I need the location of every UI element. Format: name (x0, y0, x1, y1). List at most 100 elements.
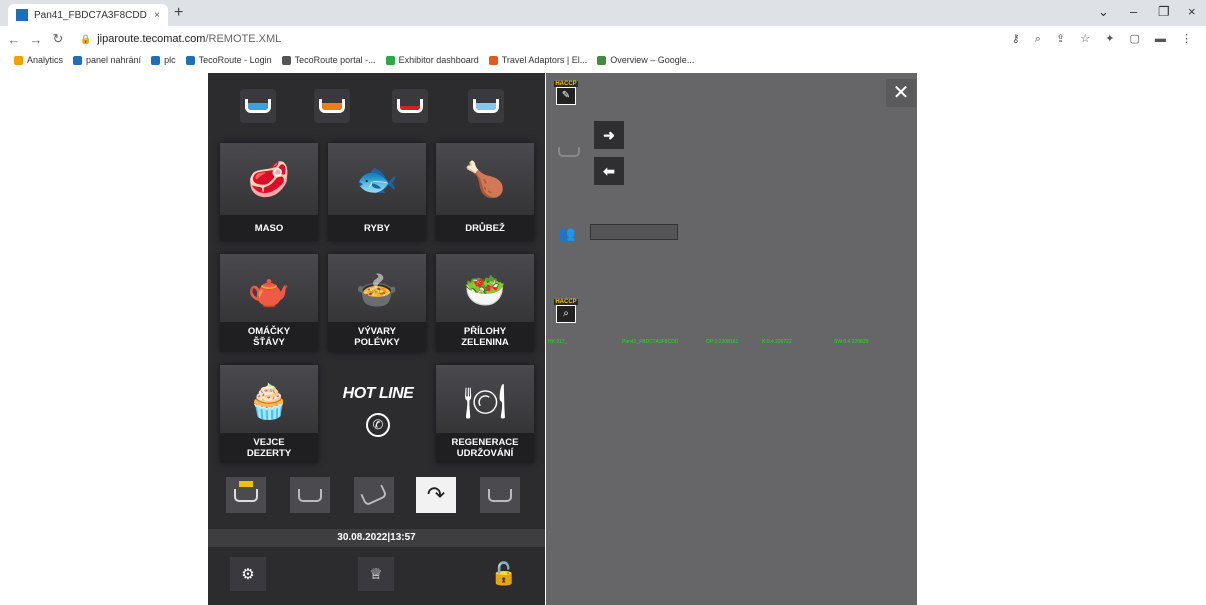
category-label: VEJCE DEZERTY (220, 433, 318, 463)
bookmark-icon (14, 55, 23, 65)
grill-pot-icon (319, 99, 345, 113)
bookmark-label: TecoRoute portal -... (294, 55, 376, 65)
window-close-button[interactable]: × (1188, 4, 1196, 19)
bookmarks-bar: Analytics panel nahrání plc TecoRoute - Log… (0, 52, 1206, 68)
haccp-panel: HACCP ✎ ✕ ➜ ⬅ 👥 HACCP ⌕ HK:217_ Pan41_FB… (546, 73, 917, 605)
bookmark-icon (488, 55, 498, 65)
gravy-boat-icon: 🫖 (247, 272, 291, 310)
status-sw: SW:0.4.220829 (834, 339, 869, 345)
forward-icon[interactable]: → (28, 32, 44, 47)
bookmark-label: TecoRoute - Login (198, 55, 272, 65)
status-panel-id: Pan41_FBDC7A3F8CDD (622, 339, 679, 345)
bookmark-item[interactable]: Travel Adaptors | El... (488, 55, 587, 65)
category-label: REGENERACE UDRŽOVÁNÍ (436, 433, 534, 463)
arrow-right-button[interactable]: ➜ (594, 121, 624, 149)
maximize-button[interactable]: ❐ (1158, 4, 1170, 20)
bookmark-item[interactable]: panel nahrání (73, 55, 141, 65)
steam-pot-icon (245, 99, 271, 113)
bookmark-item[interactable]: Overview – Google... (597, 55, 694, 65)
soup-bowl-icon: 🍲 (355, 272, 399, 310)
reload-icon[interactable]: ↻ (50, 31, 66, 47)
category-regenerace[interactable]: 🍽 REGENERACE UDRŽOVÁNÍ (436, 365, 534, 463)
panel-close-button[interactable]: ✕ (886, 79, 916, 107)
chef-hat-icon: ♕ (369, 566, 383, 583)
heat-mode-button[interactable] (392, 89, 428, 123)
category-omacky[interactable]: 🫖 OMÁČKY ŠŤÁVY (220, 254, 318, 352)
chef-button[interactable]: ♕ (358, 557, 394, 591)
water-fill (476, 103, 496, 110)
heat-pot-icon (397, 99, 423, 113)
new-tab-button[interactable]: + (174, 4, 183, 22)
status-hk: HK:217_ (548, 339, 568, 345)
bookmark-icon (281, 55, 291, 65)
portion-input[interactable] (590, 224, 678, 240)
water-pot-icon (473, 99, 499, 113)
status-op: OP:1.2208161 (706, 339, 739, 345)
arrow-left-button[interactable]: ⬅ (594, 157, 624, 185)
back-icon[interactable]: ← (6, 32, 22, 47)
browser-tab[interactable]: Pan41_FBDC7A3F8CDD / Vzdálen × (8, 4, 168, 26)
side-dish-icon: 🥗 (463, 272, 507, 310)
category-vyvary[interactable]: 🍲 VÝVARY POLÉVKY (328, 254, 426, 352)
control-panel: 🥩 MASO 🐟 RYBY 🍗 DRŮBEŽ 🫖 OMÁČKY ŠŤÁVY 🍲 … (208, 73, 545, 605)
water-mode-button[interactable] (468, 89, 504, 123)
category-ryby[interactable]: 🐟 RYBY (328, 143, 426, 241)
bookmark-item[interactable]: Analytics (14, 55, 63, 65)
address-bar: ← → ↻ 🔒 jiparoute.tecomat.com/REMOTE.XML… (0, 26, 1206, 52)
fish-plate-icon: 🐟 (355, 161, 399, 199)
bookmark-label: Exhibitor dashboard (398, 55, 479, 65)
category-maso[interactable]: 🥩 MASO (220, 143, 318, 241)
bookmark-item[interactable]: TecoRoute - Login (185, 55, 272, 65)
tab-title: Pan41_FBDC7A3F8CDD / Vzdálen (34, 9, 150, 21)
gear-icon: ⚙ (241, 566, 255, 583)
category-prilohy[interactable]: 🥗 PŘÍLOHY ZELENINA (436, 254, 534, 352)
category-label: DRŮBEŽ (436, 215, 534, 241)
vessel-outline-icon (558, 147, 580, 157)
tab-bar: Pan41_FBDC7A3F8CDD / Vzdálen × + ⌄ – ❐ × (0, 0, 1206, 26)
drain-vessel-icon (488, 488, 512, 502)
bookmark-label: Analytics (27, 55, 64, 65)
grill-mode-button[interactable] (314, 89, 350, 123)
bookmark-item[interactable]: Exhibitor dashboard (385, 55, 479, 65)
status-k: K:0.4.220722 (762, 339, 792, 345)
status-line: HK:217_ Pan41_FBDC7A3F8CDD OP:1.2208161 … (548, 339, 908, 349)
empty-vessel-button[interactable] (290, 477, 330, 513)
roast-chicken-icon: 🍗 (463, 161, 507, 199)
lock-icon[interactable]: 🔒 (80, 34, 91, 45)
drain-vessel-button[interactable] (480, 477, 520, 513)
bookmark-icon (151, 55, 161, 65)
hotline-button[interactable]: HOT LINE ✆ (333, 385, 423, 437)
bookmark-label: plc (164, 55, 176, 65)
water-tap-button[interactable]: ↷ (416, 477, 456, 513)
bookmark-item[interactable]: plc (151, 55, 176, 65)
url-field[interactable]: jiparoute.tecomat.com/REMOTE.XML (97, 33, 281, 45)
basket-vessel-button[interactable] (226, 477, 266, 513)
datetime-display: 30.08.2022|13:57 (208, 529, 545, 547)
minimize-button[interactable]: – (1130, 4, 1137, 19)
haccp-edit-button[interactable]: HACCP ✎ (554, 81, 578, 111)
basket-fill (239, 480, 253, 487)
tilt-vessel-button[interactable] (354, 477, 394, 513)
tab-favicon-icon (16, 9, 28, 21)
steam-mode-button[interactable] (240, 89, 276, 123)
category-vejce[interactable]: 🧁 VEJCE DEZERTY (220, 365, 318, 463)
cupcake-icon: 🧁 (247, 383, 291, 421)
hotline-label: HOT LINE (342, 385, 414, 402)
haccp-view-button[interactable]: HACCP ⌕ (554, 299, 578, 329)
category-label: OMÁČKY ŠŤÁVY (220, 322, 318, 352)
category-label: MASO (220, 215, 318, 241)
settings-button[interactable]: ⚙ (230, 557, 266, 591)
tab-close-icon[interactable]: × (154, 10, 160, 21)
bookmark-icon (73, 55, 83, 65)
bookmark-icon (385, 55, 395, 65)
bookmark-item[interactable]: TecoRoute portal -... (281, 55, 376, 65)
heat-fill (400, 106, 420, 110)
phone-icon: ✆ (366, 413, 390, 437)
tab-search-icon[interactable]: ⌄ (1098, 4, 1109, 20)
url-host: jiparoute.tecomat.com (97, 33, 206, 45)
toolbar-icons[interactable]: ⚷ ⌕ ⇪ ☆ ✦ ▢ ▬ ⋮ (1012, 32, 1198, 46)
category-drubez[interactable]: 🍗 DRŮBEŽ (436, 143, 534, 241)
bookmark-icon (597, 55, 607, 65)
unlock-button[interactable]: 🔓 (486, 557, 522, 591)
category-label: RYBY (328, 215, 426, 241)
